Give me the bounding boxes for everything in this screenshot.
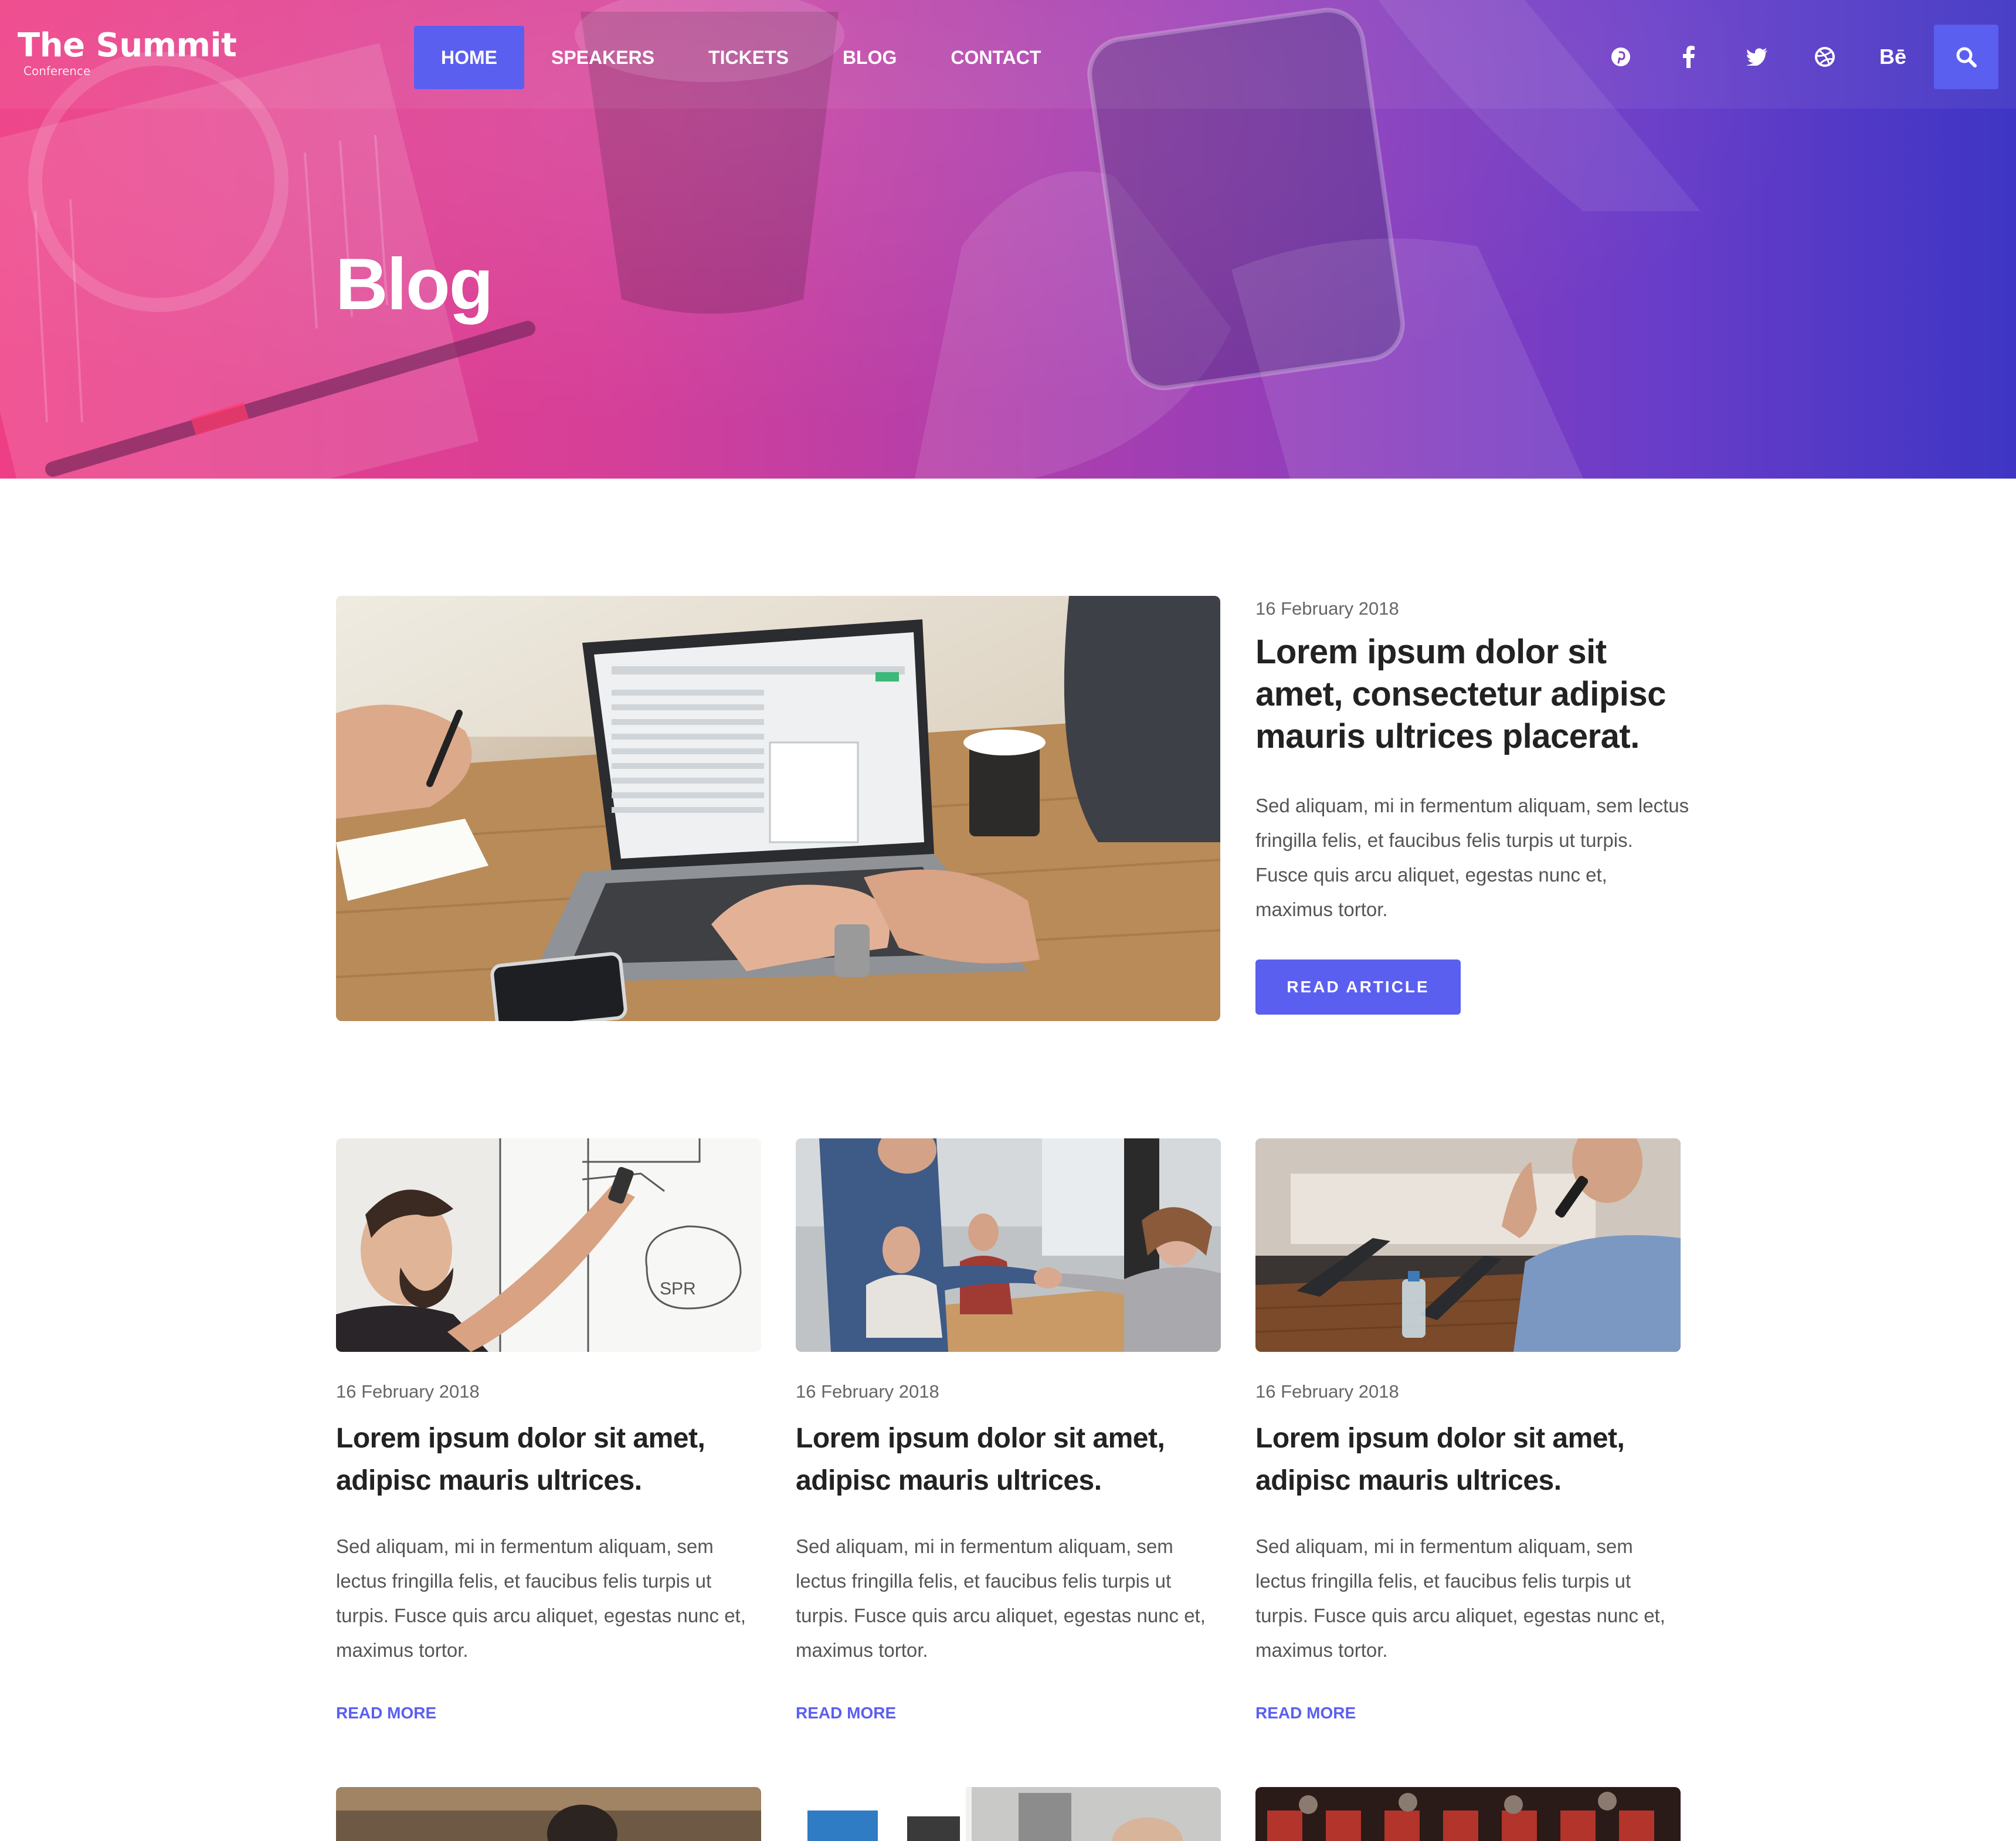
post-card-image[interactable]: SPR: [336, 1138, 761, 1352]
nav-item-contact[interactable]: CONTACT: [924, 26, 1068, 89]
site-logo[interactable]: The Summit Conference: [18, 26, 237, 78]
post-card-date: 16 February 2018: [1255, 1381, 1399, 1402]
featured-post-title[interactable]: Lorem ipsum dolor sit amet, consectetur …: [1255, 631, 1689, 758]
post-card-title[interactable]: Lorem ipsum dolor sit amet, adipisc maur…: [796, 1418, 1221, 1502]
pinterest-icon[interactable]: [1587, 25, 1655, 89]
read-more-link[interactable]: READ MORE: [1255, 1704, 1356, 1723]
post-card-date: 16 February 2018: [796, 1381, 939, 1402]
svg-text:SPR: SPR: [660, 1279, 696, 1298]
read-more-link[interactable]: READ MORE: [796, 1704, 896, 1723]
post-card-excerpt: Sed aliquam, mi in fermentum aliquam, se…: [336, 1535, 746, 1661]
post-card-excerpt: Sed aliquam, mi in fermentum aliquam, se…: [1255, 1535, 1665, 1661]
social-links: Bē: [1587, 25, 2016, 89]
twitter-icon[interactable]: [1723, 25, 1791, 89]
nav-item-speakers[interactable]: SPEAKERS: [524, 26, 681, 89]
search-icon: [1956, 47, 1977, 67]
post-card-date: 16 February 2018: [336, 1381, 480, 1402]
post-card: 16 February 2018 Lorem ipsum dolor sit a…: [796, 1138, 1221, 1723]
page-title: Blog: [335, 244, 493, 325]
post-card: 16 February 2018 Lorem ipsum dolor sit a…: [1255, 1138, 1681, 1723]
featured-post-date: 16 February 2018: [1255, 598, 1399, 619]
post-card-image[interactable]: [1255, 1138, 1681, 1352]
logo-subtitle: Conference: [23, 64, 91, 78]
post-card-title[interactable]: Lorem ipsum dolor sit amet, adipisc maur…: [336, 1418, 761, 1502]
post-card-title[interactable]: Lorem ipsum dolor sit amet, adipisc maur…: [1255, 1418, 1681, 1502]
nav-item-blog[interactable]: BLOG: [816, 26, 924, 89]
featured-post: 16 February 2018 Lorem ipsum dolor sit a…: [1255, 596, 1689, 1015]
facebook-icon[interactable]: [1655, 25, 1723, 89]
post-card-image[interactable]: [796, 1138, 1221, 1352]
search-button[interactable]: [1934, 25, 1998, 89]
post-card-image[interactable]: [796, 1787, 1221, 1841]
site-header: The Summit Conference HOME SPEAKERS TICK…: [0, 0, 2016, 109]
read-more-link[interactable]: READ MORE: [336, 1704, 436, 1723]
read-article-button[interactable]: READ ARTICLE: [1255, 960, 1461, 1015]
post-card-image[interactable]: [336, 1787, 761, 1841]
dribbble-icon[interactable]: [1791, 25, 1859, 89]
logo-title: The Summit: [18, 26, 237, 65]
featured-post-excerpt: Sed aliquam, mi in fermentum aliquam, se…: [1255, 795, 1689, 920]
post-card-excerpt: Sed aliquam, mi in fermentum aliquam, se…: [796, 1535, 1206, 1661]
behance-icon[interactable]: Bē: [1859, 25, 1927, 89]
post-card: SPR 16 February 2018 Lorem ipsum dolor s…: [336, 1138, 761, 1723]
nav-item-tickets[interactable]: TICKETS: [681, 26, 816, 89]
post-card-image[interactable]: [1255, 1787, 1681, 1841]
featured-post-image[interactable]: [336, 596, 1220, 1021]
main-nav: HOME SPEAKERS TICKETS BLOG CONTACT: [414, 26, 1068, 89]
nav-item-home[interactable]: HOME: [414, 26, 524, 89]
